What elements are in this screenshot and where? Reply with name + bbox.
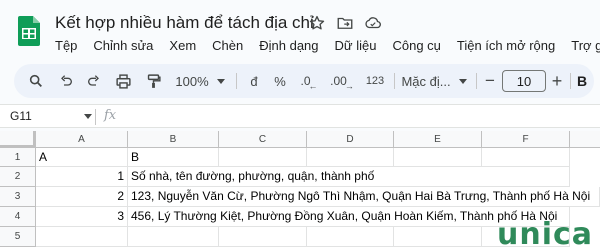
redo-button[interactable]: [84, 64, 104, 98]
toolbar-divider: [236, 73, 237, 89]
title-bar: Kết hợp nhiều hàm để tách địa chỉ Tệp Ch…: [0, 0, 600, 62]
unica-watermark-logo: unica: [497, 217, 594, 250]
plus-icon: +: [551, 70, 563, 91]
cell-b3[interactable]: 123, Nguyễn Văn Cừ, Phường Ngô Thì Nhậm,…: [128, 187, 600, 207]
select-all-corner[interactable]: [0, 131, 36, 148]
menu-insert[interactable]: Chèn: [212, 38, 249, 58]
percent-label: %: [274, 73, 286, 89]
more-formats-button[interactable]: 123: [362, 64, 388, 98]
decrease-font-size-button[interactable]: −: [482, 64, 498, 98]
star-icon[interactable]: [308, 14, 326, 32]
column-header-a[interactable]: A: [36, 131, 128, 148]
menu-bar: Tệp Chỉnh sửa Xem Chèn Định dạng Dữ liệu…: [55, 38, 600, 58]
bold-button[interactable]: B: [574, 64, 590, 98]
column-header-d[interactable]: D: [307, 131, 394, 148]
currency-format-button[interactable]: đ: [244, 64, 264, 98]
currency-label: đ: [250, 73, 258, 89]
chevron-down-icon[interactable]: [84, 114, 92, 119]
menu-format[interactable]: Định dạng: [259, 38, 324, 58]
chevron-down-icon: [458, 78, 467, 84]
cell-a4[interactable]: 3: [36, 207, 128, 227]
redo-icon: [88, 75, 99, 86]
chevron-down-icon: [216, 78, 225, 84]
cell-b2[interactable]: Số nhà, tên đường, phường, quận, thành p…: [128, 167, 570, 187]
cell-e5[interactable]: [394, 227, 482, 247]
column-header-b[interactable]: B: [128, 131, 219, 148]
row-header-1[interactable]: 1: [0, 148, 36, 167]
cell-b5[interactable]: [128, 227, 219, 247]
column-header-e[interactable]: E: [394, 131, 482, 148]
paint-format-button[interactable]: [142, 64, 164, 98]
arrow-right-icon: →: [344, 81, 354, 91]
row-header-5[interactable]: 5: [0, 227, 36, 247]
font-size-value: 10: [516, 73, 532, 89]
menu-tools[interactable]: Công cụ: [392, 38, 446, 58]
cell-f1[interactable]: [482, 148, 570, 167]
toolbar-divider: [394, 73, 395, 89]
minus-icon: −: [485, 71, 495, 90]
number-format-label: 123: [365, 75, 385, 87]
font-size-input[interactable]: 10: [502, 70, 546, 92]
search-menus-button[interactable]: [26, 64, 46, 98]
bold-label: B: [576, 73, 588, 89]
fx-icon: fx: [104, 108, 117, 123]
arrow-left-icon: ←: [308, 81, 318, 91]
menu-help[interactable]: Trợ giúp: [571, 38, 600, 58]
zoom-select[interactable]: 100%: [172, 64, 228, 98]
print-button[interactable]: [112, 64, 134, 98]
increase-decimal-button[interactable]: .00 →: [328, 64, 356, 98]
name-box[interactable]: G11: [10, 109, 32, 123]
sheets-logo-icon[interactable]: [18, 16, 40, 46]
formula-bar-divider: [95, 109, 96, 125]
font-name-value: Mặc đị...: [401, 73, 451, 89]
percent-format-button[interactable]: %: [270, 64, 290, 98]
menu-view[interactable]: Xem: [169, 38, 202, 58]
cell-d1[interactable]: [307, 148, 394, 167]
increase-font-size-button[interactable]: +: [549, 64, 565, 98]
formula-bar: G11 fx: [0, 104, 600, 128]
undo-button[interactable]: [56, 64, 76, 98]
row-header-2[interactable]: 2: [0, 167, 36, 187]
formula-input[interactable]: [130, 108, 596, 126]
cell-a2[interactable]: 1: [36, 167, 128, 187]
toolbar: 100% đ % .0 ← .00 → 123 Mặc đị... − 10 +…: [14, 64, 594, 98]
cell-e1[interactable]: [394, 148, 482, 167]
paint-format-icon: [147, 73, 161, 88]
cell-c5[interactable]: [219, 227, 307, 247]
cell-a1[interactable]: A: [36, 148, 128, 167]
move-to-folder-icon[interactable]: [336, 14, 354, 32]
print-icon: [115, 73, 131, 89]
column-header-f[interactable]: F: [482, 131, 570, 148]
column-header-c[interactable]: C: [219, 131, 307, 148]
font-select[interactable]: Mặc đị...: [398, 64, 470, 98]
menu-data[interactable]: Dữ liệu: [335, 38, 383, 58]
cell-a5[interactable]: [36, 227, 128, 247]
menu-file[interactable]: Tệp: [55, 38, 83, 58]
zoom-value: 100%: [175, 73, 209, 89]
cell-a3[interactable]: 2: [36, 187, 128, 207]
toolbar-divider: [476, 73, 477, 89]
row-header-3[interactable]: 3: [0, 187, 36, 207]
document-title[interactable]: Kết hợp nhiều hàm để tách địa chỉ: [55, 13, 314, 33]
row-header-4[interactable]: 4: [0, 207, 36, 227]
undo-icon: [61, 75, 72, 86]
cell-c1[interactable]: [219, 148, 307, 167]
menu-extensions[interactable]: Tiện ích mở rộng: [457, 38, 561, 58]
cell-b1[interactable]: B: [128, 148, 219, 167]
cell-d5[interactable]: [307, 227, 394, 247]
column-header-g[interactable]: [570, 131, 600, 148]
menu-edit[interactable]: Chỉnh sửa: [93, 38, 159, 58]
cloud-status-icon[interactable]: [364, 14, 382, 32]
search-icon: [29, 74, 42, 87]
decrease-decimal-button[interactable]: .0 ←: [296, 64, 322, 98]
toolbar-divider: [570, 73, 571, 89]
